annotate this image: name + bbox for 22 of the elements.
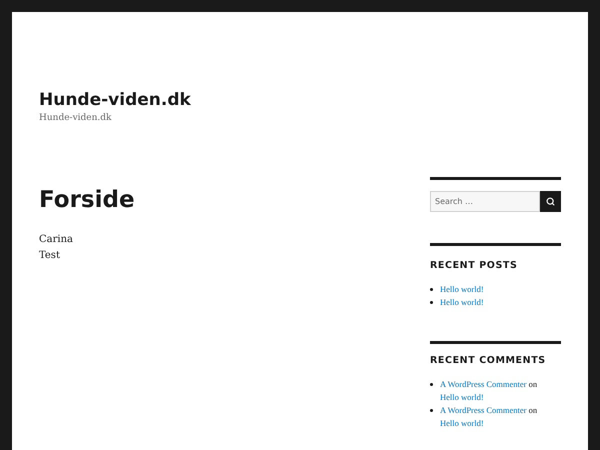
widget-heading: RECENT COMMENTS — [430, 354, 547, 368]
page-text: Test — [39, 249, 61, 263]
search-button[interactable] — [540, 191, 561, 212]
author-link[interactable]: A WordPress Commenter — [440, 405, 527, 415]
post-link[interactable]: Hello world! — [440, 418, 484, 428]
page-title: Forside — [39, 186, 136, 214]
author-link[interactable]: A WordPress Commenter — [440, 379, 527, 389]
bullet-icon — [430, 301, 433, 304]
bullet-icon — [430, 409, 433, 412]
bullet-icon — [430, 288, 433, 291]
site-title[interactable]: Hunde-viden.dk — [39, 89, 561, 111]
comment-entry: A WordPress Commenter on Hello world! — [440, 405, 538, 428]
post-link[interactable]: Hello world! — [440, 284, 484, 294]
search-icon — [546, 197, 555, 206]
comment-entry: A WordPress Commenter on Hello world! — [440, 379, 538, 402]
post-link[interactable]: Hello world! — [440, 392, 484, 402]
search-field[interactable]: Search … — [430, 191, 540, 212]
site-tagline: Hunde-viden.dk — [39, 112, 112, 125]
bullet-icon — [430, 383, 433, 386]
post-link[interactable]: Hello world! — [440, 297, 484, 307]
page-text: Carina — [39, 233, 74, 247]
widget-heading: RECENT POSTS — [430, 259, 518, 273]
